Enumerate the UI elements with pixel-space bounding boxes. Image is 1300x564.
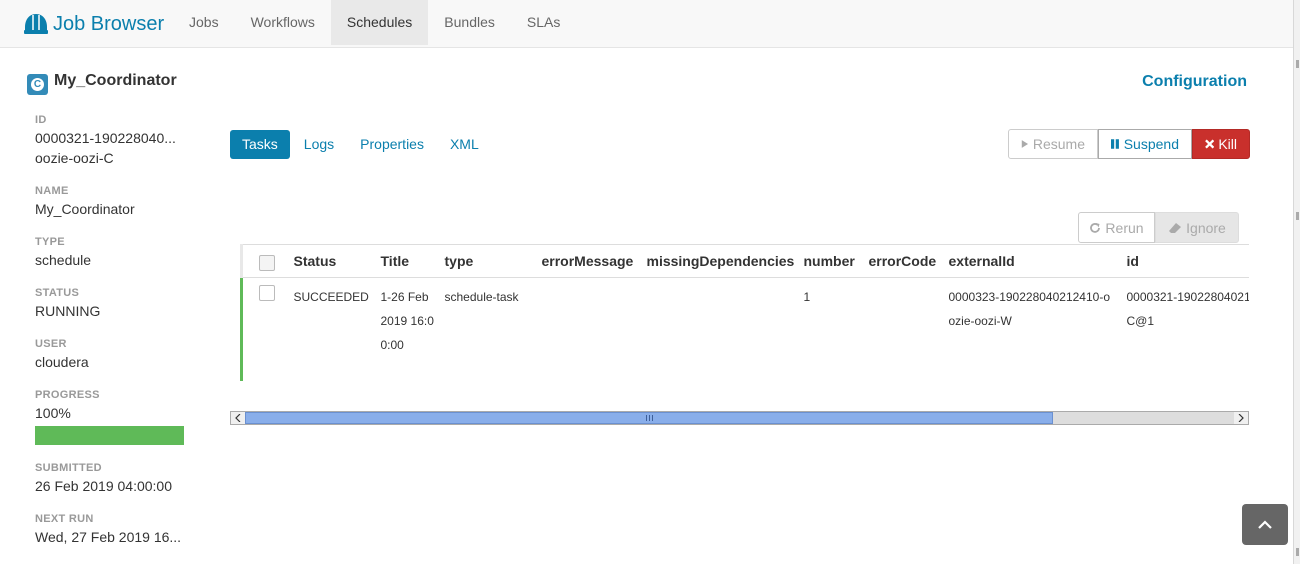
configuration-link[interactable]: Configuration — [1142, 73, 1247, 91]
table-horizontal-scrollbar[interactable] — [230, 411, 1249, 425]
coordinator-icon: C — [27, 74, 48, 95]
scrollbar-mark — [1296, 212, 1299, 220]
scrollbar-thumb[interactable] — [245, 412, 1053, 424]
scroll-to-top-button[interactable] — [1242, 504, 1288, 545]
scrollbar-mark — [1296, 60, 1299, 68]
prop-value: 100% — [35, 405, 71, 421]
prop-value: 26 Feb 2019 04:00:00 — [35, 478, 173, 494]
tab-xml[interactable]: XML — [438, 130, 491, 159]
column-header[interactable]: errorCode — [868, 244, 949, 278]
ignore-label: Ignore — [1186, 219, 1226, 236]
job-actions: Resume Suspend Kill — [1008, 129, 1250, 159]
suspend-button[interactable]: Suspend — [1098, 129, 1192, 159]
prop-label: STATUS — [35, 287, 80, 299]
column-header[interactable]: errorMessage — [541, 244, 647, 278]
prop-label: ID — [35, 114, 47, 126]
prop-value: oozie-oozi-C — [35, 150, 114, 166]
error-code-cell — [868, 277, 949, 381]
chevron-up-icon — [1258, 520, 1272, 529]
nav-bundles[interactable]: Bundles — [428, 0, 511, 45]
brand-name: Job Browser — [53, 12, 165, 35]
page-scrollbar[interactable] — [1293, 0, 1300, 564]
tasks-table: Status Title type errorMessage missingDe… — [240, 244, 1249, 381]
select-all-checkbox[interactable] — [259, 254, 275, 271]
status-cell: SUCCEEDED — [293, 277, 381, 381]
prop-value: schedule — [35, 252, 92, 268]
prop-value: My_Coordinator — [35, 201, 135, 217]
table-header-row: Status Title type errorMessage missingDe… — [240, 244, 1249, 278]
error-message-cell — [541, 277, 647, 381]
prop-label: PROGRESS — [35, 389, 100, 401]
scroll-left-arrow-icon[interactable] — [231, 412, 245, 424]
pause-icon — [1111, 139, 1119, 149]
row-select-cell — [240, 277, 294, 381]
rerun-label: Rerun — [1105, 219, 1144, 236]
suspend-label: Suspend — [1123, 136, 1179, 152]
type-cell: schedule-task — [444, 277, 542, 381]
column-header[interactable]: missingDependencies — [646, 244, 804, 278]
job-properties-sidebar: ID 0000321-190228040... oozie-oozi-C NAM… — [35, 114, 185, 559]
prop-id: ID 0000321-190228040... oozie-oozi-C — [35, 114, 185, 168]
table-row[interactable]: SUCCEEDED 1-26 Feb 2019 16:00:00 schedul… — [240, 277, 1249, 381]
column-header[interactable]: id — [1126, 244, 1249, 278]
prop-label: USER — [35, 338, 67, 350]
tab-logs[interactable]: Logs — [292, 130, 346, 159]
prop-status: STATUS RUNNING — [35, 287, 185, 321]
prop-value: RUNNING — [35, 303, 101, 319]
prop-value: 0000321-190228040... — [35, 130, 176, 146]
kill-button[interactable]: Kill — [1192, 129, 1250, 159]
prop-progress: PROGRESS 100% — [35, 389, 185, 445]
tasks-table-container: Status Title type errorMessage missingDe… — [240, 244, 1249, 381]
select-all-cell — [240, 244, 294, 278]
scroll-right-arrow-icon[interactable] — [1234, 412, 1248, 424]
scrollbar-mark — [1296, 548, 1299, 556]
brand-link[interactable]: Job Browser — [24, 10, 164, 38]
title-cell: 1-26 Feb 2019 16:00:00 — [380, 277, 445, 381]
task-actions: Rerun Ignore — [1078, 212, 1239, 243]
prop-name: NAME My_Coordinator — [35, 185, 185, 219]
refresh-icon — [1090, 222, 1101, 233]
prop-type: TYPE schedule — [35, 236, 185, 270]
job-title: My_Coordinator — [54, 72, 177, 89]
column-header[interactable]: externalId — [948, 244, 1127, 278]
kill-label: Kill — [1218, 136, 1237, 152]
nav-workflows[interactable]: Workflows — [235, 0, 331, 45]
nav-slas[interactable]: SLAs — [511, 0, 576, 45]
row-checkbox[interactable] — [259, 285, 275, 301]
external-id-cell[interactable]: 0000323-190228040212410-oozie-oozi-W — [948, 277, 1127, 381]
column-header[interactable]: Title — [380, 244, 445, 278]
prop-value: cloudera — [35, 354, 89, 370]
rerun-button[interactable]: Rerun — [1078, 212, 1155, 243]
top-navbar: Job Browser Jobs Workflows Schedules Bun… — [0, 0, 1293, 48]
prop-next-run: NEXT RUN Wed, 27 Feb 2019 16... — [35, 513, 185, 547]
column-header[interactable]: number — [803, 244, 869, 278]
prop-label: NAME — [35, 185, 69, 197]
column-header[interactable]: type — [444, 244, 542, 278]
ignore-button[interactable]: Ignore — [1155, 212, 1239, 243]
prop-label: NEXT RUN — [35, 513, 94, 525]
resume-button[interactable]: Resume — [1008, 129, 1098, 159]
job-tabs: Tasks Logs Properties XML — [230, 130, 493, 159]
number-cell: 1 — [803, 277, 869, 381]
progress-bar — [35, 426, 184, 445]
prop-user: USER cloudera — [35, 338, 185, 372]
prop-label: TYPE — [35, 236, 65, 248]
close-icon — [1205, 139, 1215, 149]
prop-label: SUBMITTED — [35, 462, 102, 474]
nav-schedules[interactable]: Schedules — [330, 0, 429, 45]
prop-value: Wed, 27 Feb 2019 16... — [35, 529, 182, 545]
nav-jobs[interactable]: Jobs — [173, 0, 235, 45]
main-nav: Jobs Workflows Schedules Bundles SLAs — [173, 0, 576, 45]
tab-properties[interactable]: Properties — [348, 130, 436, 159]
play-icon — [1021, 140, 1029, 148]
task-id-cell: 0000321-190228040212410-oozie-oozi-C@1 — [1126, 277, 1249, 381]
progress-fill — [35, 426, 184, 445]
tab-tasks[interactable]: Tasks — [230, 130, 290, 159]
resume-label: Resume — [1032, 136, 1085, 152]
column-header[interactable]: Status — [293, 244, 381, 278]
hue-logo-icon — [24, 14, 48, 34]
missing-dependencies-cell — [646, 277, 804, 381]
prop-submitted: SUBMITTED 26 Feb 2019 04:00:00 — [35, 462, 185, 496]
eraser-icon — [1169, 222, 1182, 233]
